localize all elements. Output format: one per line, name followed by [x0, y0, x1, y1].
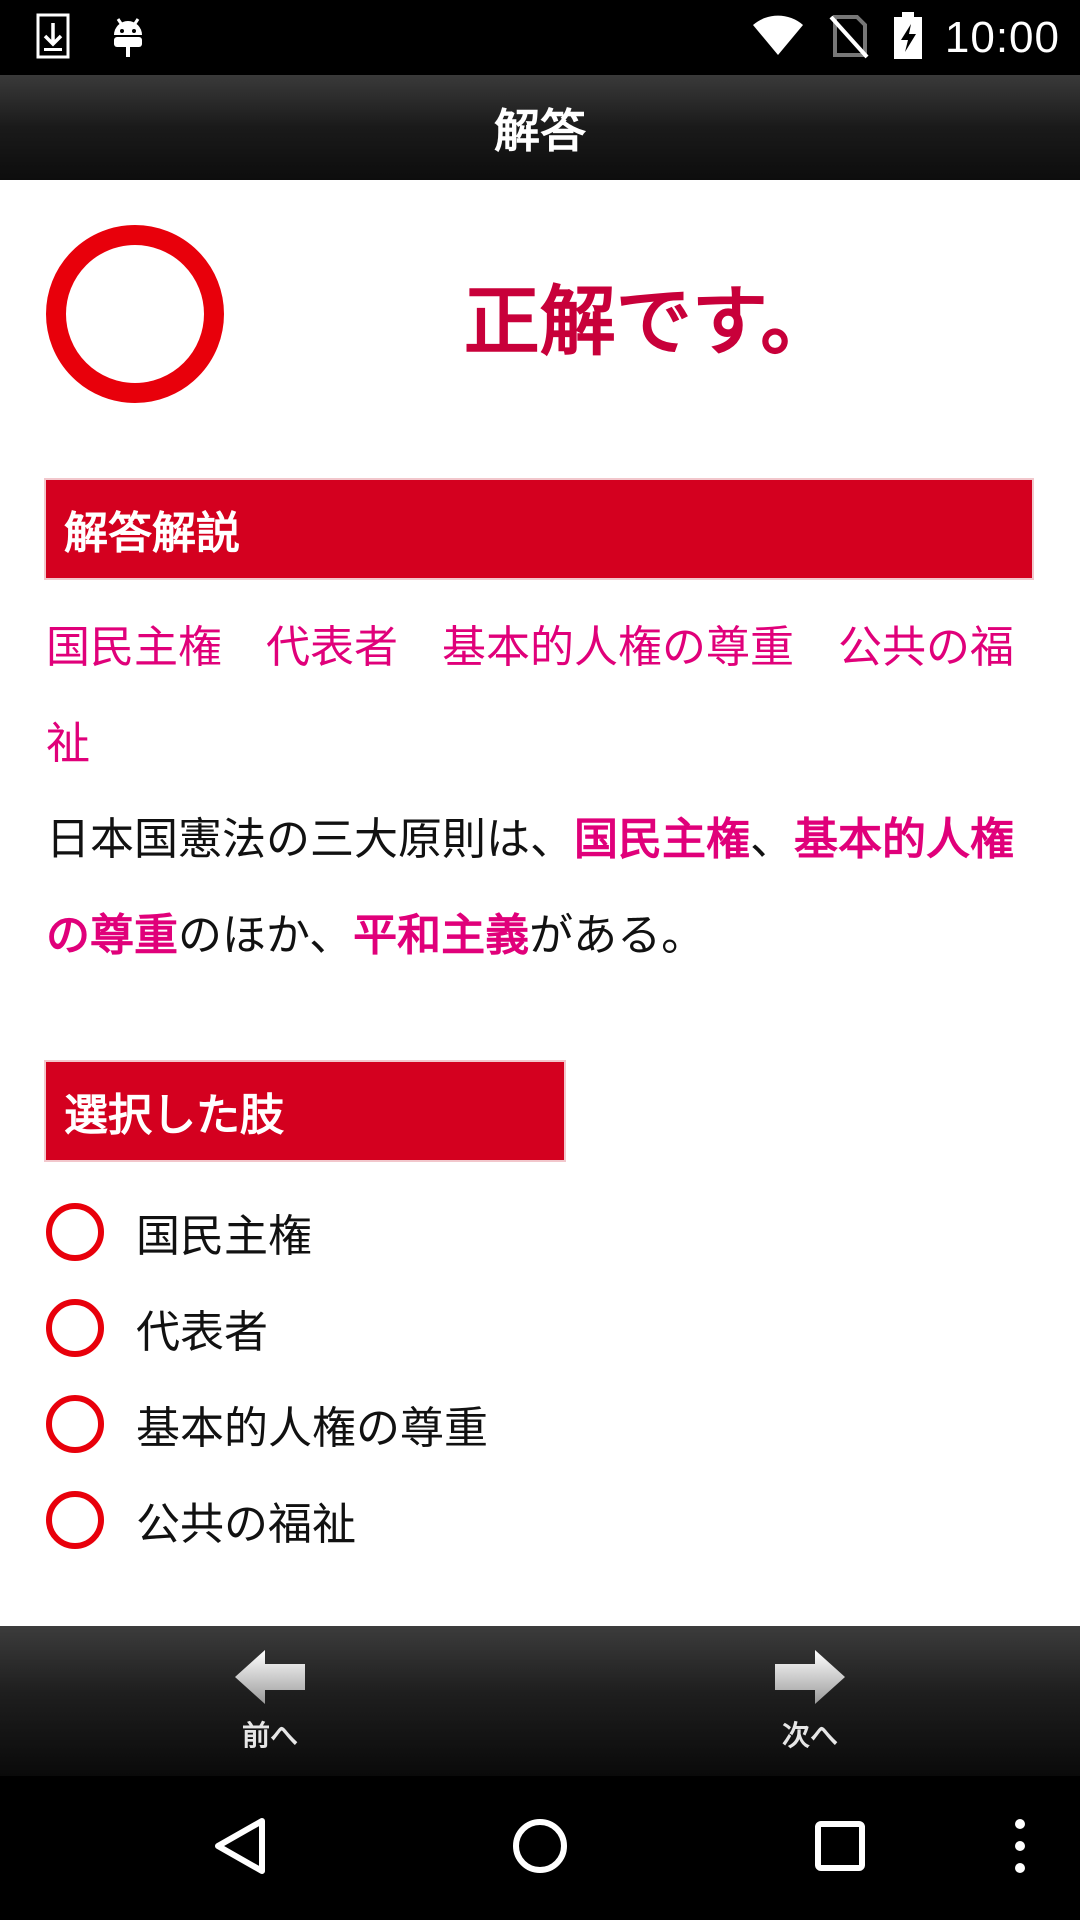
choice-label: 国民主権 [136, 1211, 312, 1262]
circle-mark-icon [46, 1299, 104, 1357]
choice-item: 代表者 [46, 1280, 1036, 1376]
clock: 10:00 [944, 12, 1060, 62]
explanation-header-label: 解答解説 [64, 508, 240, 559]
recents-button[interactable] [800, 1776, 880, 1920]
wifi-icon [751, 15, 805, 61]
selected-choices-header: 選択した肢 [44, 1060, 566, 1162]
choice-label: 基本的人権の尊重 [136, 1403, 488, 1454]
download-icon [36, 13, 70, 63]
explanation-text-part: のほか、 [178, 910, 354, 961]
explanation-text-part: がある。 [529, 910, 706, 961]
explanation-highlight: 国民主権 [574, 814, 750, 865]
keyword: 代表者 [266, 622, 398, 673]
page-title: 解答 [494, 103, 586, 158]
choice-item: 基本的人権の尊重 [46, 1376, 1036, 1472]
explanation-highlight: 平和主義 [353, 910, 530, 961]
prev-button[interactable]: 前へ [170, 1626, 370, 1776]
explanation-header: 解答解説 [44, 478, 1034, 580]
circle-mark-icon [46, 1491, 104, 1549]
result-message: 正解です。 [463, 277, 837, 366]
recents-square-icon [814, 1820, 866, 1876]
next-button-label: 次へ [781, 1719, 838, 1752]
app-title-bar: 解答 [0, 75, 1080, 180]
home-button[interactable] [500, 1776, 580, 1920]
answer-keywords: 国民主権 代表者 基本的人権の尊重 公共の福祉 [46, 600, 1036, 792]
circle-mark-icon [46, 1203, 104, 1261]
battery-charging-icon [893, 11, 923, 64]
arrow-left-icon [233, 1648, 307, 1710]
more-vertical-icon [1013, 1816, 1027, 1880]
selected-choices-list: 国民主権 代表者 基本的人権の尊重 公共の福祉 [46, 1184, 1036, 1568]
answer-content: 正解です。 解答解説 国民主権 代表者 基本的人権の尊重 公共の福祉 日本国憲法の三大… [0, 180, 1080, 1626]
explanation-text: 日本国憲法の三大原則は、国民主権、基本的人権の尊重のほか、平和主義がある。 [46, 792, 1036, 984]
choice-item: 国民主権 [46, 1184, 1036, 1280]
system-nav-bar [0, 1776, 1080, 1920]
choice-item: 公共の福祉 [46, 1472, 1036, 1568]
android-icon [110, 13, 146, 63]
home-circle-icon [511, 1817, 569, 1879]
overflow-menu-button[interactable] [1000, 1776, 1040, 1920]
explanation-text-part: 日本国憲法の三大原則は、 [46, 814, 574, 865]
keyword: 国民主権 [46, 622, 222, 673]
correct-circle-icon [46, 225, 224, 403]
circle-mark-icon [46, 1395, 104, 1453]
back-button[interactable] [200, 1776, 280, 1920]
no-sim-icon [827, 13, 871, 63]
arrow-right-icon [773, 1648, 847, 1710]
keyword: 基本的人権の尊重 [442, 622, 794, 673]
back-triangle-icon [212, 1816, 268, 1880]
choice-label: 公共の福祉 [136, 1499, 356, 1550]
explanation-text-part: 、 [750, 814, 794, 865]
status-bar: 10:00 [0, 0, 1080, 75]
next-button[interactable]: 次へ [710, 1626, 910, 1776]
selected-choices-header-label: 選択した肢 [64, 1090, 284, 1141]
choice-label: 代表者 [136, 1307, 268, 1358]
bottom-nav-bar: 前へ 次へ [0, 1626, 1080, 1776]
prev-button-label: 前へ [241, 1719, 298, 1752]
